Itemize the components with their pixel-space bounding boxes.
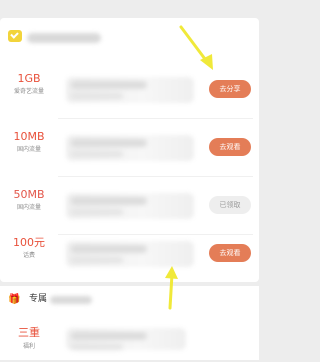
watch-button[interactable]: 去观看 [209, 138, 251, 156]
task-description-redacted [66, 241, 194, 267]
task-description-redacted [66, 77, 194, 103]
task-description-redacted [66, 193, 194, 219]
list-item: 10MB 国内流量 去观看 [0, 120, 259, 176]
reward-type: 国内流量 [16, 146, 41, 153]
gift-icon: 🎁 [8, 294, 21, 305]
list-item: 100元 话费 去观看 [0, 226, 259, 282]
exclusive-card: 🎁 专属 三重 福利 [0, 286, 259, 360]
exclusive-title-redacted [50, 296, 92, 304]
row-divider [58, 176, 253, 177]
task-description-redacted [66, 135, 194, 161]
reward-type: 话费 [22, 252, 35, 259]
watch-button[interactable]: 去观看 [209, 244, 251, 262]
row-divider [58, 118, 253, 119]
checkbox-icon [8, 30, 22, 42]
reward-amount: 10MB [13, 130, 45, 143]
task-card: 1GB 爱奇艺流量 去分享 10MB 国内流量 去观看 50MB 国内流量 已领… [0, 18, 259, 282]
reward-amount: 1GB [17, 72, 41, 85]
list-item: 1GB 爱奇艺流量 去分享 [0, 62, 259, 118]
reward-amount: 100元 [13, 236, 45, 249]
benefit-description-redacted [66, 328, 186, 350]
reward-type: 爱奇艺流量 [13, 88, 44, 95]
share-button[interactable]: 去分享 [209, 80, 251, 98]
reward-amount: 三重 [18, 326, 40, 339]
reward-amount: 50MB [13, 188, 45, 201]
list-item: 三重 福利 [0, 306, 259, 362]
claimed-button: 已领取 [209, 196, 251, 214]
task-card-header [0, 18, 259, 62]
reward-type: 国内流量 [16, 204, 41, 211]
exclusive-title: 专属 [29, 294, 48, 304]
reward-type: 福利 [22, 343, 35, 350]
task-card-title-redacted [27, 33, 101, 43]
